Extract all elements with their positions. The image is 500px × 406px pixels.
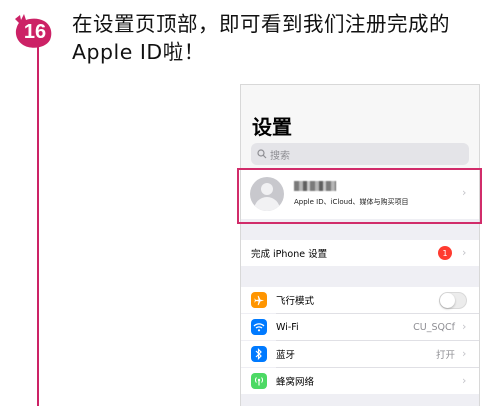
- bluetooth-row[interactable]: 蓝牙 打开 ›: [241, 341, 479, 367]
- wifi-label: Wi-Fi: [276, 321, 299, 333]
- apple-id-highlight-frame: [237, 168, 482, 224]
- wifi-icon: [251, 319, 267, 335]
- wifi-row[interactable]: Wi-Fi CU_SQCf ›: [241, 314, 479, 340]
- finish-iphone-setup-row[interactable]: 完成 iPhone 设置 1 ›: [241, 240, 479, 266]
- airplane-mode-toggle[interactable]: [439, 292, 467, 309]
- search-input[interactable]: 搜索: [251, 143, 469, 165]
- search-placeholder: 搜索: [270, 150, 290, 162]
- step-number: 16: [23, 20, 47, 43]
- bluetooth-icon: [251, 346, 267, 362]
- bluetooth-label: 蓝牙: [276, 350, 296, 361]
- chevron-right-icon: ›: [462, 374, 467, 387]
- notification-badge: 1: [438, 246, 452, 260]
- cellular-label: 蜂窝网络: [276, 377, 315, 388]
- airplane-icon: [251, 292, 267, 308]
- page-title: 设置: [252, 115, 292, 139]
- step-number-badge: 16: [11, 13, 55, 49]
- airplane-mode-row: 飞行模式: [241, 287, 479, 313]
- wifi-network-value: CU_SQCf: [413, 321, 455, 333]
- cellular-row[interactable]: 蜂窝网络 ›: [241, 368, 479, 394]
- chevron-right-icon: ›: [462, 347, 467, 360]
- search-icon: [257, 149, 267, 159]
- chevron-right-icon: ›: [462, 246, 467, 259]
- step-connector-line: [37, 40, 39, 406]
- settings-screen: 设置 搜索 Apple ID、iCloud、媒体与购买项目 › 完成 iPhon…: [240, 84, 480, 406]
- bluetooth-status-value: 打开: [435, 350, 455, 361]
- chevron-right-icon: ›: [462, 320, 467, 333]
- instruction-text: 在设置页顶部，即可看到我们注册完成的Apple ID啦！: [72, 12, 450, 64]
- cellular-icon: [251, 373, 267, 389]
- airplane-mode-label: 飞行模式: [276, 296, 315, 307]
- finish-setup-label: 完成 iPhone 设置: [251, 249, 328, 260]
